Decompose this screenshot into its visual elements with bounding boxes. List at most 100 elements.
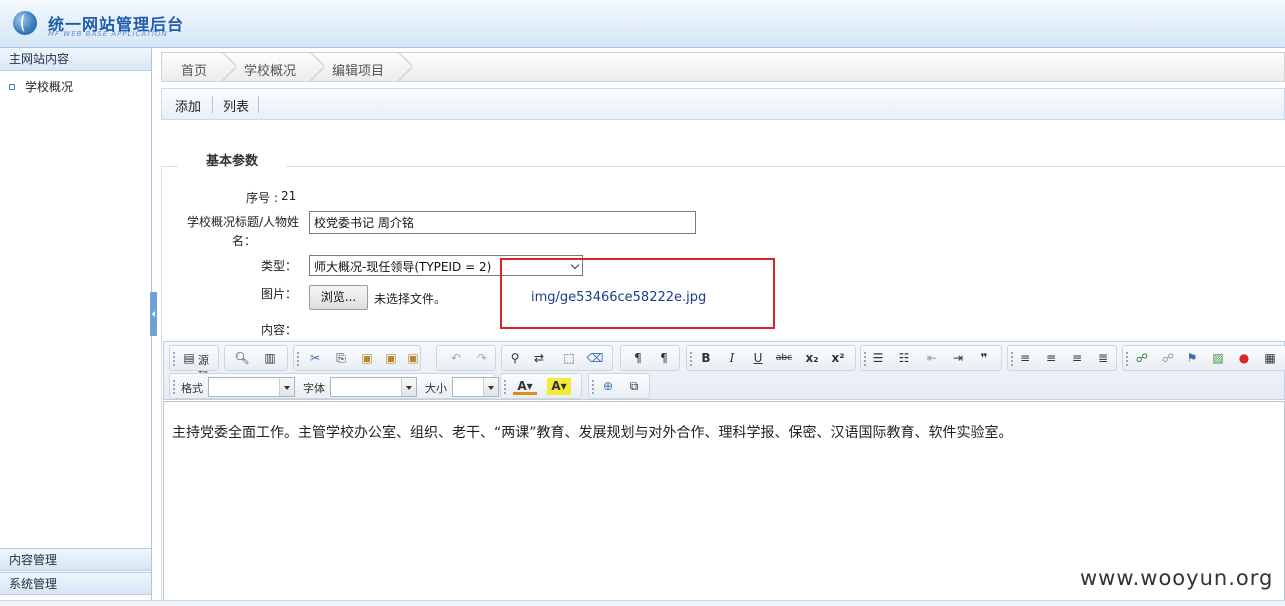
rtl-icon[interactable]: ¶ [655,350,673,367]
blockquote-icon[interactable]: ❞ [975,350,993,367]
toolbar-group-color: A▾ A▾ [500,373,582,399]
grip-icon [297,352,299,366]
size-label: 大小 [425,382,447,395]
image-path: img/ge53466ce58222e.jpg [531,290,707,305]
grip-icon [592,380,594,394]
app-subtitle: MF WEB BASE APPLICATION [48,30,168,38]
toolbar-group-clipboard: ✂ ⎘ ▣ ▣ ▣ [293,345,421,371]
bg-color-icon[interactable]: A▾ [547,378,571,395]
editor-content[interactable]: 主持党委全面工作。主管学校办公室、组织、老干、“两课”教育、发展规划与对外合作、… [172,422,1013,442]
select-all-icon[interactable]: ⬚ [560,350,578,367]
breadcrumb-home[interactable]: 首页 [181,60,207,79]
toolbar-group-align: ≡ ≡ ≡ ≣ [1007,345,1117,371]
toolbar-group-find: ⚲ ⇄ ⬚ ⌫ [501,345,613,371]
paste-icon[interactable]: ▣ [358,350,376,367]
toolbar-group-source: ▤ 源码 [169,345,219,383]
sidebar-section-system-management[interactable]: 系统管理 [0,572,151,595]
image-icon[interactable]: ▨ [1209,350,1227,367]
grip-icon [1126,352,1128,366]
undo-icon[interactable]: ↶ [447,350,465,367]
link-icon[interactable]: ☍ [1133,350,1151,367]
outdent-icon[interactable]: ⇤ [923,350,941,367]
text-color-icon[interactable]: A▾ [513,378,537,395]
source-icon[interactable]: ▤ [180,350,198,367]
browse-button[interactable]: 浏览... [309,285,368,310]
align-right-icon[interactable]: ≡ [1068,350,1086,367]
title-input[interactable] [309,211,696,234]
watermark: www.wooyun.org [1080,566,1274,590]
paste-text-icon[interactable]: ▣ [382,350,400,367]
find-icon[interactable]: ⚲ [506,350,524,367]
seq-value: 21 [281,189,297,203]
divider [212,96,213,113]
image-label: 图片： [261,287,298,301]
template-icon[interactable]: ▥ [261,350,279,367]
sidebar-section-content-management[interactable]: 内容管理 [0,548,151,571]
align-justify-icon[interactable]: ≣ [1094,350,1112,367]
unordered-list-icon[interactable]: ☷ [895,350,913,367]
breadcrumb-separator-icon [398,53,412,81]
underline-icon[interactable]: U [749,350,767,367]
logo-icon [13,11,37,35]
ordered-list-icon[interactable]: ☰ [869,350,887,367]
toolbar-group-direction: ¶ ¶ [620,345,680,371]
font-label: 字体 [303,382,325,395]
paste-word-icon[interactable]: ▣ [404,350,422,367]
align-left-icon[interactable]: ≡ [1016,350,1034,367]
align-center-icon[interactable]: ≡ [1042,350,1060,367]
superscript-icon[interactable]: x² [829,350,847,367]
bullet-icon [9,84,15,90]
list-button[interactable]: 列表 [223,96,249,115]
seq-label: 序号 : [246,191,278,205]
anchor-icon[interactable]: ⚑ [1183,350,1201,367]
sidebar: 主网站内容 学校概况 内容管理 系统管理 [0,48,152,600]
toolbar-group-insert: ☍ ☍ ⚑ ▨ ● ▦ [1122,345,1285,371]
sidebar-collapse-handle[interactable] [150,292,157,336]
strike-icon[interactable]: abc [775,350,793,367]
italic-icon[interactable]: I [723,350,741,367]
grip-icon [173,352,175,366]
type-label: 类型： [261,259,298,273]
title-label-line1: 学校概况标题/人物姓 [186,215,299,229]
grip-icon [864,352,866,366]
size-select[interactable] [452,377,499,397]
remove-format-icon[interactable]: ⌫ [586,350,604,367]
maximize-icon[interactable]: ⊕ [599,378,617,395]
toolbar-group-tools: ⊕ ⧉ [588,373,650,399]
show-blocks-icon[interactable]: ⧉ [625,378,643,395]
grip-icon [173,380,175,394]
breadcrumb-school-overview[interactable]: 学校概况 [244,60,296,79]
sidebar-item-label: 学校概况 [25,80,74,94]
breadcrumb-edit-item: 编辑项目 [332,64,385,79]
replace-icon[interactable]: ⇄ [530,350,548,367]
toolbar-group-font: 格式 字体 大小 [169,373,499,399]
format-select[interactable] [208,377,295,397]
bold-icon[interactable]: B [697,350,715,367]
toolbar-group-doc: 🔍︎ ▥ [224,345,288,371]
editor-toolbar: ▤ 源码 🔍︎ ▥ ✂ ⎘ ▣ ▣ ▣ ↶ ↷ ⚲ ⇄ ⬚ ⌫ ¶ ¶ B I … [163,341,1285,400]
table-icon[interactable]: ▦ [1261,350,1279,367]
grip-icon [1011,352,1013,366]
preview-icon[interactable]: 🔍︎ [233,350,251,367]
unlink-icon[interactable]: ☍ [1159,350,1177,367]
breadcrumb-separator-icon [222,53,236,81]
add-button[interactable]: 添加 [175,96,201,115]
fieldset-legend: 基本参数 [178,150,287,169]
font-select[interactable] [330,377,417,397]
cut-icon[interactable]: ✂ [306,350,324,367]
redo-icon[interactable]: ↷ [473,350,491,367]
copy-icon[interactable]: ⎘ [332,350,350,367]
divider [258,96,259,113]
no-file-text: 未选择文件。 [374,292,447,306]
breadcrumb: 首页 学校概况 编辑项目 [161,52,1285,82]
status-strip [0,600,1285,606]
type-select-value: 师大概况-现任领导(TYPEID = 2) [314,260,492,274]
flash-icon[interactable]: ● [1235,350,1253,367]
sidebar-item-school-overview[interactable]: 学校概况 [0,78,150,96]
ltr-icon[interactable]: ¶ [629,350,647,367]
sidebar-section-main[interactable]: 主网站内容 [0,48,151,71]
indent-icon[interactable]: ⇥ [949,350,967,367]
subscript-icon[interactable]: x₂ [803,350,821,367]
content-label: 内容： [261,323,298,337]
breadcrumb-separator-icon [310,53,324,81]
